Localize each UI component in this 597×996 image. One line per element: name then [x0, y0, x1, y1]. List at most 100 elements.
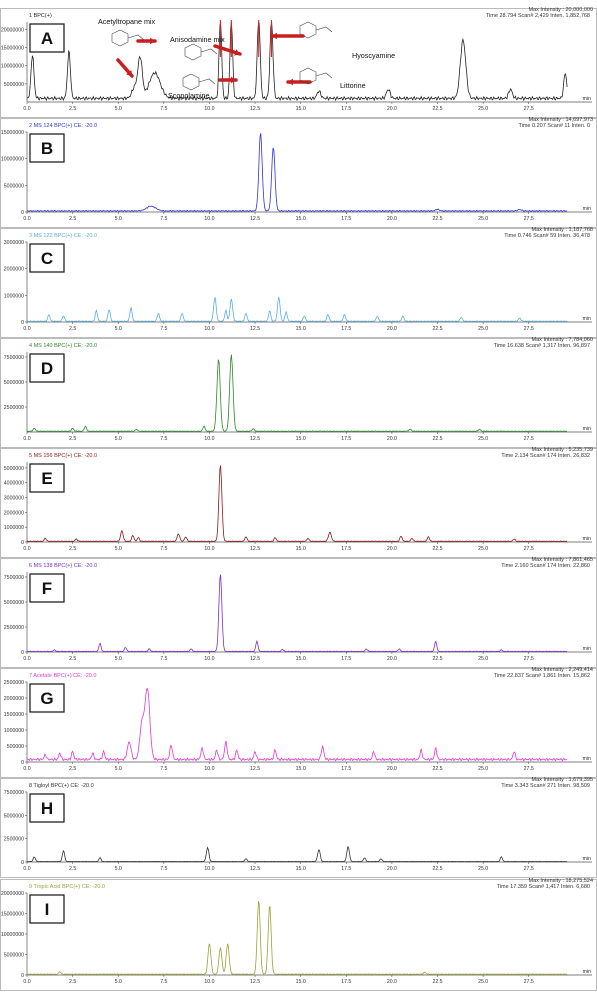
x-tick-label: 10.0: [204, 436, 214, 442]
x-tick-label: 5.0: [115, 436, 122, 442]
cursor-readout: Time 17.359 Scan# 1,417 Inten. 6,680: [497, 884, 590, 890]
x-tick-label: 25.0: [478, 979, 488, 985]
x-unit-label: min: [583, 856, 591, 862]
y-tick-label: 2500000: [4, 837, 24, 843]
x-tick-label: 27.5: [524, 766, 534, 772]
y-tick-label: 2500000: [4, 680, 24, 686]
x-tick-label: 25.0: [478, 766, 488, 772]
y-tick-label: 2500000: [4, 405, 24, 411]
panel-letter-box: F: [29, 573, 65, 603]
panel-letter-box: D: [29, 353, 65, 383]
x-tick-label: 12.5: [250, 866, 260, 872]
x-tick-label: 27.5: [524, 436, 534, 442]
x-tick-label: 0.0: [23, 766, 30, 772]
y-tick-label: 20000000: [1, 27, 24, 33]
x-tick-label: 25.0: [478, 436, 488, 442]
panel-a: Max Intensity : 20,000,0001 BPC(+) Time 2…: [0, 7, 597, 118]
x-tick-label: 0.0: [23, 656, 30, 662]
x-tick-label: 7.5: [160, 866, 167, 872]
cursor-readout: Time 3.343 Scan# 271 Inten. 98,509: [501, 783, 590, 789]
x-tick-label: 7.5: [160, 106, 167, 112]
x-tick-label: 27.5: [524, 656, 534, 662]
x-tick-label: 25.0: [478, 216, 488, 222]
x-tick-label: 25.0: [478, 866, 488, 872]
x-tick-label: 7.5: [160, 436, 167, 442]
x-tick-label: 15.0: [296, 546, 306, 552]
y-tick-label: 5000000: [4, 813, 24, 819]
x-tick-label: 22.5: [432, 326, 442, 332]
trace-label: 6 MS 138 BPC(+) CE: -20.0: [29, 563, 97, 569]
panel-letter-box: I: [29, 894, 65, 924]
y-tick-label: 2500000: [4, 625, 24, 631]
x-tick-label: 0.0: [23, 436, 30, 442]
x-unit-label: min: [583, 206, 591, 212]
x-tick-label: 17.5: [341, 866, 351, 872]
x-tick-label: 22.5: [432, 436, 442, 442]
x-tick-label: 10.0: [204, 866, 214, 872]
panel-frame: [0, 778, 597, 878]
x-tick-label: 17.5: [341, 656, 351, 662]
x-tick-label: 15.0: [296, 866, 306, 872]
panel-letter: E: [41, 469, 52, 488]
x-unit-label: min: [583, 646, 591, 652]
cursor-readout: Time 22.837 Scan# 1,861 Inten. 15,862: [494, 673, 590, 679]
y-tick-label: 2000000: [4, 267, 24, 273]
y-tick-label: 7500000: [4, 575, 24, 581]
x-tick-label: 10.0: [204, 326, 214, 332]
x-unit-label: min: [583, 969, 591, 975]
x-tick-label: 15.0: [296, 766, 306, 772]
y-tick-label: 10000000: [1, 932, 24, 938]
panel-c: Max Intensity : 1,187,7683 MS 122 BPC(+)…: [0, 227, 597, 338]
panel-letter-box: C: [29, 243, 65, 273]
x-tick-label: 10.0: [204, 106, 214, 112]
x-unit-label: min: [583, 316, 591, 322]
panel-letter-box: G: [29, 683, 65, 713]
trace-label: 7 Acetate BPC(+) CE: -20.0: [29, 673, 96, 679]
trace-label: 5 MS 156 BPC(+) CE: -20.0: [29, 453, 97, 459]
x-tick-label: 2.5: [69, 979, 76, 985]
x-tick-label: 5.0: [115, 656, 122, 662]
panel-letter: D: [41, 359, 53, 378]
x-tick-label: 22.5: [432, 766, 442, 772]
x-tick-label: 12.5: [250, 436, 260, 442]
x-tick-label: 20.0: [387, 436, 397, 442]
x-tick-label: 17.5: [341, 546, 351, 552]
x-tick-label: 25.0: [478, 106, 488, 112]
x-unit-label: min: [583, 756, 591, 762]
y-tick-label: 5000000: [4, 380, 24, 386]
x-tick-label: 20.0: [387, 979, 397, 985]
x-tick-label: 2.5: [69, 866, 76, 872]
panel-letter: I: [45, 900, 50, 919]
x-tick-label: 20.0: [387, 216, 397, 222]
x-tick-label: 10.0: [204, 979, 214, 985]
x-unit-label: min: [583, 96, 591, 102]
y-tick-label: 5000000: [4, 466, 24, 472]
y-tick-label: 5000000: [4, 600, 24, 606]
x-tick-label: 15.0: [296, 326, 306, 332]
panel-letter-box: A: [29, 23, 65, 53]
x-tick-label: 17.5: [341, 436, 351, 442]
cursor-readout: Time 28.794 Scan# 2,429 Inten. 1,852,768: [486, 13, 590, 19]
x-tick-label: 22.5: [432, 216, 442, 222]
x-tick-label: 20.0: [387, 766, 397, 772]
x-tick-label: 10.0: [204, 216, 214, 222]
panel-i: Max Intensity : 18,275,5249 Tropic Acid …: [0, 878, 597, 991]
x-tick-label: 10.0: [204, 546, 214, 552]
panel-frame: [0, 668, 597, 778]
x-tick-label: 27.5: [524, 106, 534, 112]
x-tick-label: 10.0: [204, 656, 214, 662]
y-tick-label: 5000000: [4, 953, 24, 959]
y-tick-label: 1000000: [4, 293, 24, 299]
y-tick-label: 500000: [7, 744, 24, 750]
x-tick-label: 2.5: [69, 436, 76, 442]
x-tick-label: 5.0: [115, 546, 122, 552]
x-tick-label: 12.5: [250, 326, 260, 332]
trace-label: 1 BPC(+): [29, 13, 52, 19]
panel-letter: G: [40, 689, 53, 708]
x-tick-label: 7.5: [160, 546, 167, 552]
y-tick-label: 15000000: [1, 912, 24, 918]
y-tick-label: 20000000: [1, 891, 24, 897]
x-tick-label: 20.0: [387, 106, 397, 112]
panel-d: Max Intensity : 7,784,0604 MS 140 BPC(+)…: [0, 337, 597, 448]
x-tick-label: 22.5: [432, 546, 442, 552]
